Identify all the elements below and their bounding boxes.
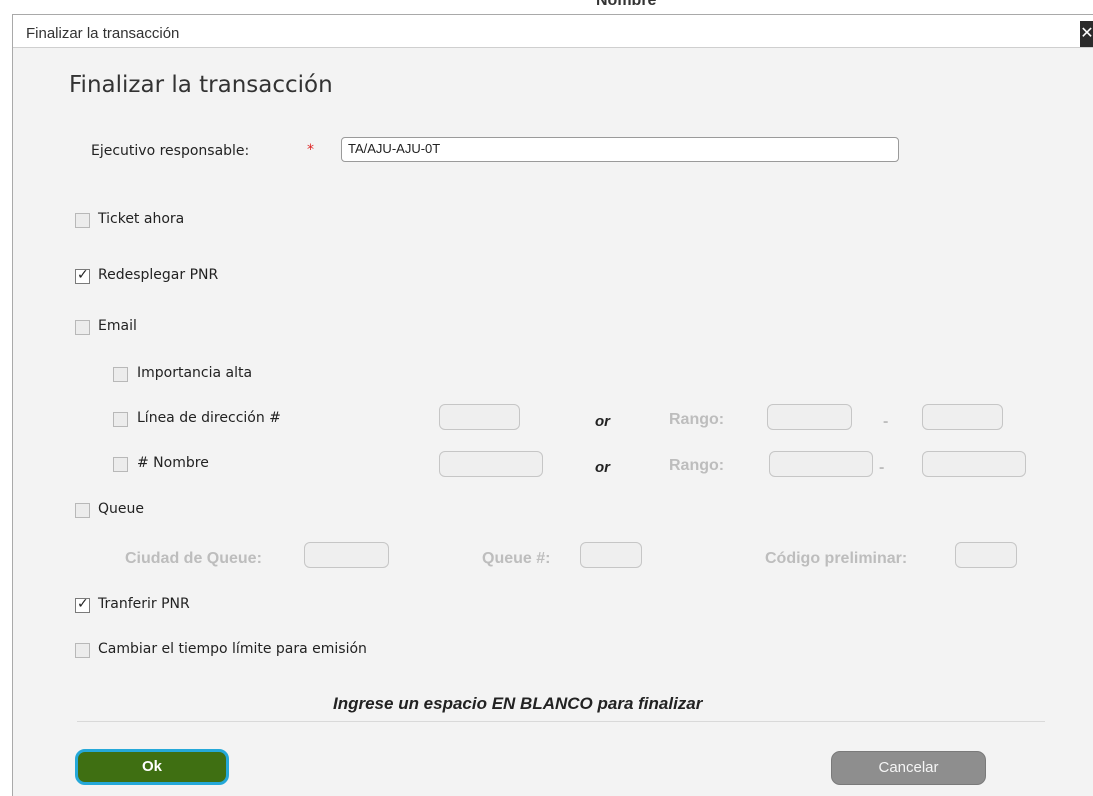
linea-rango-label: Rango: (669, 411, 725, 428)
codigo-preliminar-label: Código preliminar: (765, 550, 908, 567)
page-title: Finalizar la transacción (69, 72, 333, 98)
queue-checkbox[interactable] (75, 503, 90, 518)
importancia-alta-checkbox[interactable] (113, 367, 128, 382)
linea-rango-to-input[interactable] (922, 404, 1003, 430)
redesplegar-pnr-label[interactable]: Redesplegar PNR (98, 267, 218, 283)
nombre-or-label: or (595, 459, 610, 476)
ticket-ahora-checkbox[interactable] (75, 213, 90, 228)
nombre-input[interactable] (439, 451, 543, 477)
nombre-rango-from-input[interactable] (769, 451, 873, 477)
transferir-pnr-label[interactable]: Tranferir PNR (98, 596, 190, 612)
cambiar-tiempo-checkbox[interactable] (75, 643, 90, 658)
required-marker: * (307, 142, 314, 158)
queue-number-label: Queue #: (482, 550, 551, 567)
linea-or-label: or (595, 413, 610, 430)
cambiar-tiempo-label[interactable]: Cambiar el tiempo límite para emisión (98, 641, 367, 657)
ejecutivo-input[interactable]: TA/AJU-AJU-0T (341, 137, 899, 162)
cancel-button[interactable]: Cancelar (831, 751, 986, 785)
ciudad-queue-label: Ciudad de Queue: (125, 550, 262, 567)
ejecutivo-label: Ejecutivo responsable: (91, 143, 250, 159)
nombre-rango-dash: - (879, 459, 885, 476)
ok-button[interactable]: Ok (75, 749, 229, 785)
ciudad-queue-input[interactable] (304, 542, 389, 568)
nombre-rango-to-input[interactable] (922, 451, 1026, 477)
importancia-alta-label[interactable]: Importancia alta (137, 365, 252, 381)
linea-direccion-checkbox[interactable] (113, 412, 128, 427)
codigo-preliminar-input[interactable] (955, 542, 1017, 568)
transferir-pnr-checkbox[interactable] (75, 596, 90, 613)
divider (77, 721, 1045, 722)
ticket-ahora-label[interactable]: Ticket ahora (98, 211, 184, 227)
instruction-note: Ingrese un espacio EN BLANCO para finali… (333, 694, 703, 713)
dialog-titlebar: Finalizar la transacción ✕ (13, 15, 1093, 48)
redesplegar-pnr-checkbox[interactable] (75, 267, 90, 284)
background-window-strip: Nombre (0, 0, 1093, 14)
linea-direccion-label[interactable]: Línea de dirección # (137, 410, 281, 426)
finalize-transaction-dialog: Finalizar la transacción ✕ Finalizar la … (12, 14, 1093, 796)
linea-rango-dash: - (883, 413, 889, 430)
screen: Nombre Finalizar la transacción ✕ Finali… (0, 0, 1093, 796)
close-icon[interactable]: ✕ (1080, 21, 1093, 47)
nombre-rango-label: Rango: (669, 457, 725, 474)
email-label[interactable]: Email (98, 318, 137, 334)
linea-rango-from-input[interactable] (767, 404, 852, 430)
email-checkbox[interactable] (75, 320, 90, 335)
queue-number-input[interactable] (580, 542, 642, 568)
linea-direccion-input[interactable] (439, 404, 520, 430)
nombre-label[interactable]: # Nombre (137, 455, 209, 471)
background-label: Nombre (596, 0, 657, 9)
queue-label[interactable]: Queue (98, 501, 144, 517)
nombre-checkbox[interactable] (113, 457, 128, 472)
dialog-title: Finalizar la transacción (26, 25, 180, 42)
